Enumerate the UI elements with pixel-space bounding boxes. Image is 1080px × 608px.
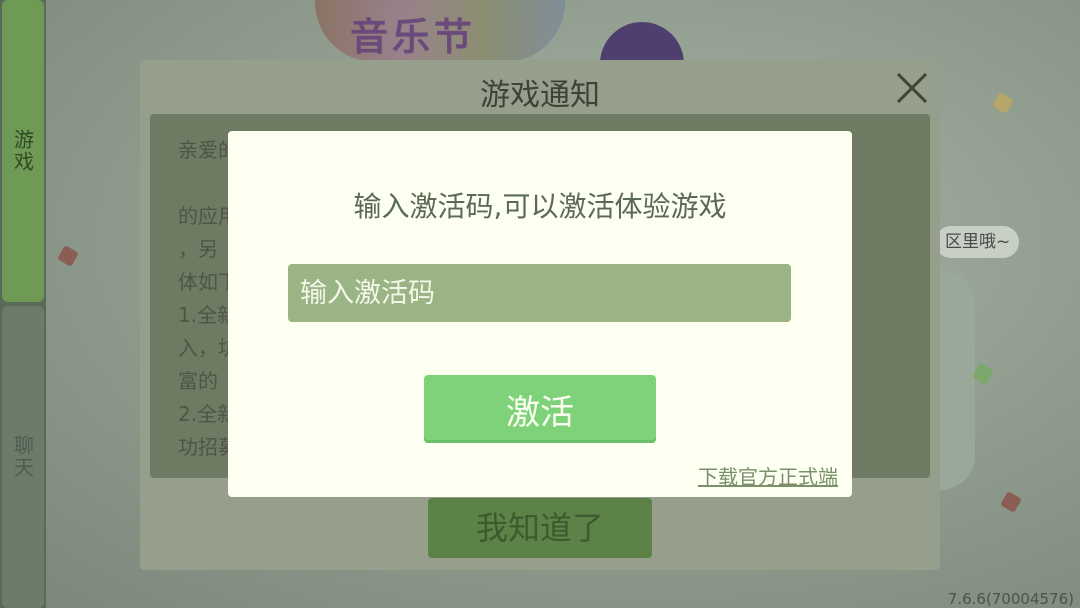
hint-bubble: 区里哦~: [935, 226, 1019, 258]
activation-code-modal: 输入激活码,可以激活体验游戏 激活 下载官方正式端: [228, 131, 852, 497]
close-icon[interactable]: [892, 68, 932, 108]
activate-button[interactable]: 激活: [424, 375, 656, 443]
activation-message: 输入激活码,可以激活体验游戏: [353, 190, 727, 223]
notice-title: 游戏通知: [480, 78, 600, 113]
side-tab-bar: 游戏 聊天: [0, 0, 46, 608]
hexagon-decoration: [992, 92, 1014, 114]
version-label: 7.6.6(70004576): [947, 590, 1074, 608]
activation-code-input[interactable]: [288, 264, 791, 322]
hexagon-decoration: [57, 245, 79, 267]
event-logo-text: 音乐节: [350, 15, 477, 59]
tab-game[interactable]: 游戏: [2, 0, 44, 302]
tab-chat[interactable]: 聊天: [2, 306, 44, 608]
hexagon-decoration: [1000, 491, 1022, 513]
hexagon-decoration: [972, 363, 994, 385]
acknowledge-button[interactable]: 我知道了: [428, 498, 652, 558]
download-official-client-link[interactable]: 下载官方正式端: [698, 461, 838, 490]
